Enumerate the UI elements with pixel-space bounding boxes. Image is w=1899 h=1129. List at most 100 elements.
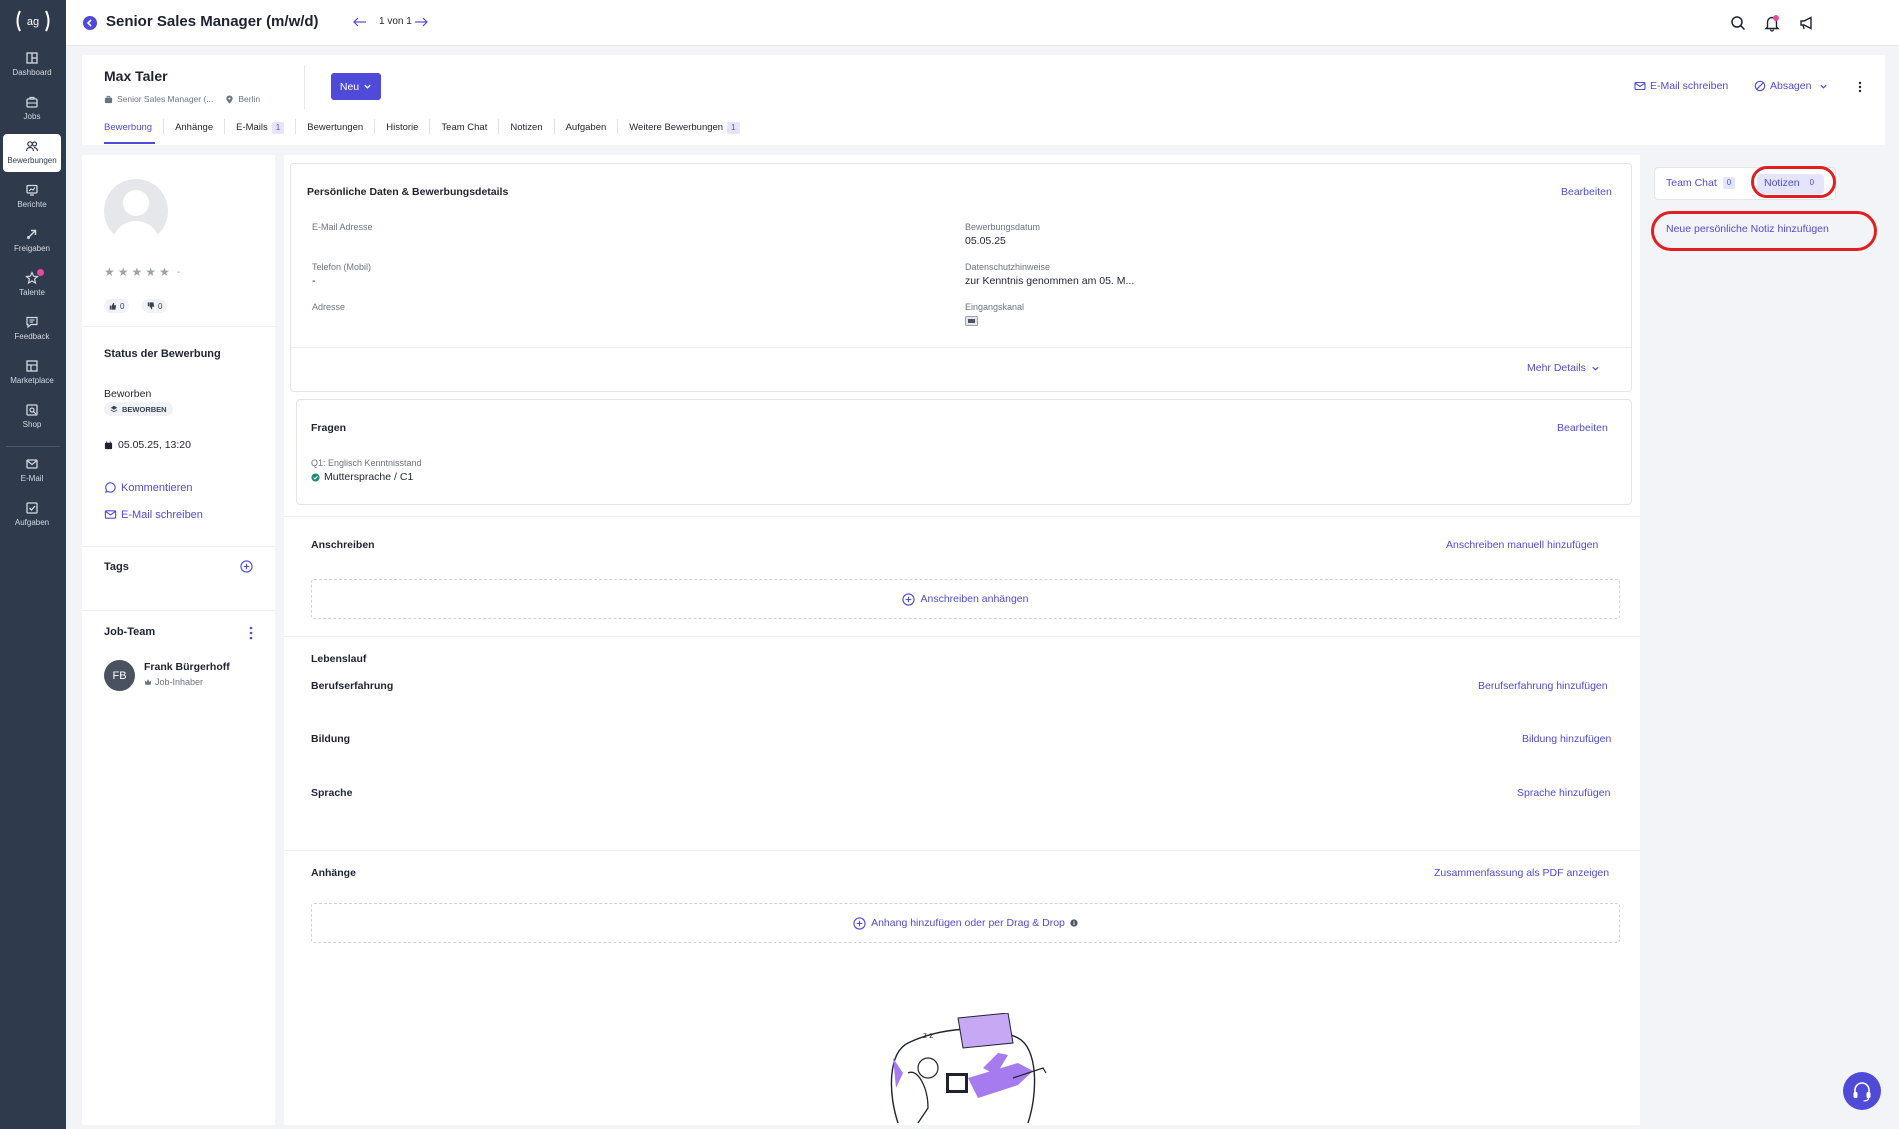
nav-label: Bewerbungen xyxy=(7,156,57,165)
tab-label: E-Mails xyxy=(236,122,268,133)
pdf-summary-link[interactable]: Zusammenfassung als PDF anzeigen xyxy=(1434,867,1609,879)
tab-bewerbung[interactable]: Bewerbung xyxy=(104,119,165,134)
megaphone-icon[interactable] xyxy=(1798,14,1816,32)
nav-freigaben[interactable]: Freigaben xyxy=(3,222,61,260)
candidate-tabs: Bewerbung Anhänge E-Mails 1 Bewertungen H… xyxy=(104,119,751,145)
search-icon[interactable] xyxy=(1729,14,1747,32)
nav-jobs[interactable]: Jobs xyxy=(3,90,61,128)
write-email-button[interactable]: E-Mail schreiben xyxy=(1634,80,1728,92)
write-email-label: E-Mail schreiben xyxy=(1650,80,1729,92)
shop-icon xyxy=(26,404,38,416)
tab-label: Anhänge xyxy=(175,122,214,133)
briefcase-icon xyxy=(26,96,38,108)
tab-count-badge: 1 xyxy=(727,122,740,134)
star-icon[interactable]: ★ xyxy=(118,265,129,279)
tab-team-chat[interactable]: Team Chat xyxy=(430,119,500,134)
add-language-link[interactable]: Sprache hinzufügen xyxy=(1517,787,1610,799)
tab-count-badge: 0 xyxy=(1722,177,1736,189)
top-bar: Senior Sales Manager (m/w/d) 1 von 1 xyxy=(66,0,1899,46)
chevron-down-icon xyxy=(1820,84,1828,89)
nav-label: Marketplace xyxy=(10,376,54,385)
education-title: Bildung xyxy=(311,733,351,745)
info-icon[interactable] xyxy=(1070,919,1078,927)
tab-label: Team Chat xyxy=(441,122,488,133)
nav-shop[interactable]: Shop xyxy=(3,398,61,436)
add-tag-icon[interactable] xyxy=(240,560,253,573)
add-education-link[interactable]: Bildung hinzufügen xyxy=(1522,733,1611,745)
tab-label: Notizen xyxy=(510,122,543,133)
star-icon[interactable]: ★ xyxy=(145,265,156,279)
next-arrow-icon[interactable] xyxy=(413,14,429,30)
feedback-icon xyxy=(26,316,38,329)
new-button-label: Neu xyxy=(339,80,360,93)
comment-link[interactable]: Kommentieren xyxy=(104,481,193,494)
member-name: Frank Bürgerhoff xyxy=(144,661,230,673)
person-silhouette-icon xyxy=(112,190,160,243)
attach-cover-letter-dropzone[interactable]: Anschreiben anhängen xyxy=(311,579,1620,619)
add-attachment-dropzone[interactable]: Anhang hinzufügen oder per Drag & Drop xyxy=(311,903,1620,943)
status-badge-label: BEWORBEN xyxy=(122,404,167,414)
tab-emails[interactable]: E-Mails 1 xyxy=(225,119,297,134)
status-value: Beworben xyxy=(104,388,152,400)
new-button[interactable]: Neu xyxy=(331,73,381,100)
privacy-value: zur Kenntnis genommen am 05. M... xyxy=(965,275,1135,287)
tab-bewertungen[interactable]: Bewertungen xyxy=(296,119,376,134)
star-icon[interactable]: ★ xyxy=(132,265,143,279)
previous-arrow-icon[interactable] xyxy=(352,14,368,30)
job-team-title: Job-Team xyxy=(104,626,156,638)
nav-berichte[interactable]: Berichte xyxy=(3,178,61,216)
more-options-icon[interactable] xyxy=(1858,81,1862,93)
divider xyxy=(284,636,1640,637)
back-button[interactable] xyxy=(83,16,97,30)
nav-label: E-Mail xyxy=(20,474,44,483)
thumbs-up-button[interactable]: 0 xyxy=(104,299,130,313)
check-circle-icon xyxy=(311,472,320,482)
reject-button[interactable]: Absagen xyxy=(1754,80,1828,92)
more-details-toggle[interactable]: Mehr Details xyxy=(1527,362,1600,374)
comment-bubble-icon xyxy=(104,482,116,494)
star-icon[interactable]: ★ xyxy=(159,265,170,279)
nav-label: Shop xyxy=(22,420,42,429)
thumbs-down-button[interactable]: 0 xyxy=(142,299,168,313)
tab-aufgaben[interactable]: Aufgaben xyxy=(555,119,619,134)
tab-anhaenge[interactable]: Anhänge xyxy=(164,119,226,134)
candidate-avatar xyxy=(104,179,168,243)
rating-stars[interactable]: ★ ★ ★ ★ ★ - xyxy=(104,265,180,279)
star-icon[interactable]: ★ xyxy=(104,265,115,279)
tab-historie[interactable]: Historie xyxy=(375,119,431,134)
email-label: E-Mail Adresse xyxy=(312,222,373,232)
location-pin-icon xyxy=(226,94,234,104)
chevron-down-icon xyxy=(1592,366,1599,371)
add-cover-letter-manually-link[interactable]: Anschreiben manuell hinzufügen xyxy=(1446,539,1598,551)
tab-weitere-bewerbungen[interactable]: Weitere Bewerbungen 1 xyxy=(618,119,750,134)
tab-notizen[interactable]: Notizen xyxy=(499,119,555,134)
nav-email[interactable]: E-Mail xyxy=(3,452,61,490)
rating-value: - xyxy=(176,266,181,278)
more-options-icon[interactable] xyxy=(249,626,253,640)
tab-team-chat[interactable]: Team Chat 0 xyxy=(1666,177,1736,189)
nav-aufgaben[interactable]: Aufgaben xyxy=(3,496,61,534)
edit-personal-data-link[interactable]: Bearbeiten xyxy=(1561,186,1612,198)
nav-dashboard[interactable]: Dashboard xyxy=(3,46,61,84)
personal-data-card: Persönliche Daten & Bewerbungsdetails Be… xyxy=(290,163,1632,392)
divider xyxy=(82,546,275,547)
attach-cover-letter-label: Anschreiben anhängen xyxy=(920,593,1029,605)
plus-circle-icon xyxy=(902,592,916,606)
tab-label: Bewertungen xyxy=(307,122,364,133)
candidate-job: Senior Sales Manager (... xyxy=(117,94,214,104)
help-chat-button[interactable] xyxy=(1843,1072,1881,1110)
calendar-icon xyxy=(104,440,113,449)
nav-feedback[interactable]: Feedback xyxy=(3,310,61,348)
email-link[interactable]: E-Mail schreiben xyxy=(104,508,203,521)
nav-marketplace[interactable]: Marketplace xyxy=(3,354,61,392)
app-logo-icon[interactable]: ag xyxy=(14,8,52,34)
personal-data-title: Persönliche Daten & Bewerbungsdetails xyxy=(307,186,509,198)
edit-questions-link[interactable]: Bearbeiten xyxy=(1557,422,1608,434)
candidate-meta: Senior Sales Manager (... Berlin xyxy=(104,94,260,104)
nav-bewerbungen[interactable]: Bewerbungen xyxy=(3,134,61,172)
nav-label: Jobs xyxy=(23,112,41,121)
add-experience-link[interactable]: Berufserfahrung hinzufügen xyxy=(1478,680,1608,692)
add-attachment-label: Anhang hinzufügen oder per Drag & Drop xyxy=(871,917,1065,929)
nav-talente[interactable]: Talente xyxy=(3,266,61,304)
highlight-notizen-tab xyxy=(1751,166,1836,198)
